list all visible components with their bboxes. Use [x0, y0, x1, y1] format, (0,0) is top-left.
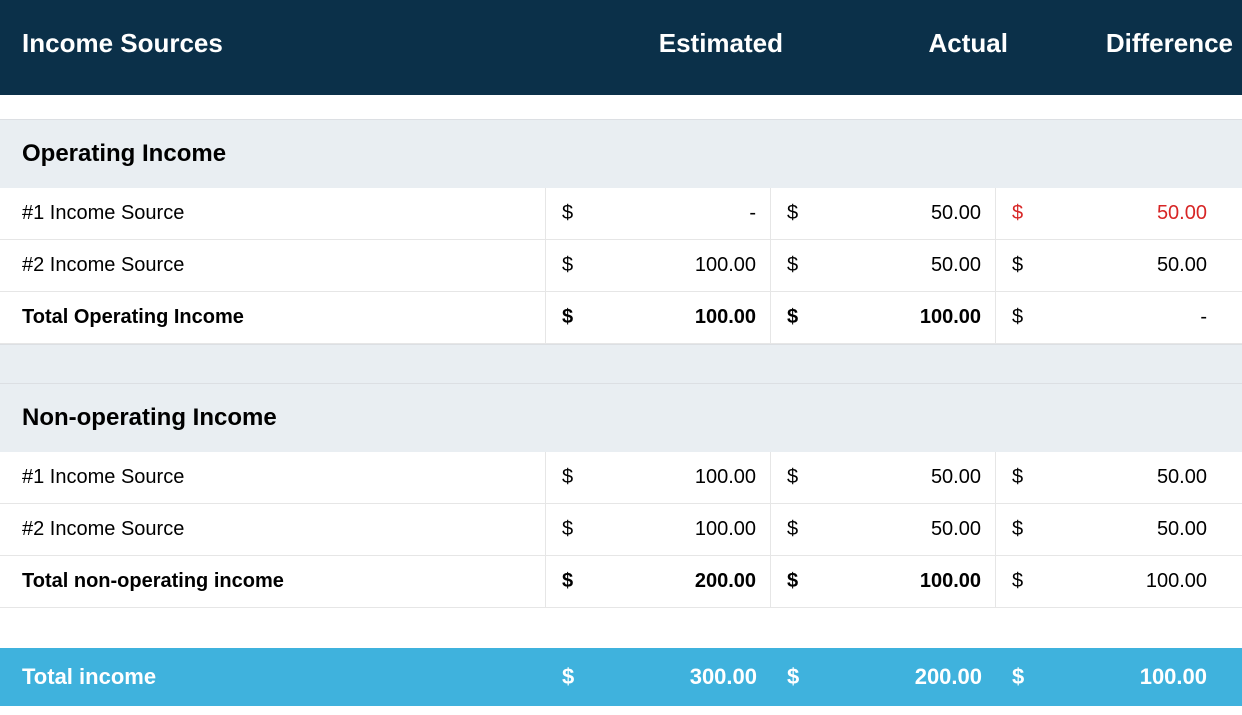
- cell-difference: $50.00: [996, 452, 1221, 503]
- header-actual: Actual: [791, 28, 1016, 59]
- header-estimated: Estimated: [566, 28, 791, 59]
- row-label: #2 Income Source: [0, 240, 546, 291]
- table-row: #2 Income Source $100.00 $50.00 $50.00: [0, 240, 1242, 292]
- header-difference: Difference: [1016, 28, 1241, 59]
- grand-total-label: Total income: [0, 664, 546, 690]
- cell-actual: $50.00: [771, 240, 996, 291]
- cell-actual: $50.00: [771, 504, 996, 555]
- cell-difference: $50.00: [996, 188, 1221, 239]
- cell-estimated: $200.00: [546, 556, 771, 607]
- table-row: #1 Income Source $- $50.00 $50.00: [0, 188, 1242, 240]
- row-label: #1 Income Source: [0, 452, 546, 503]
- cell-estimated: $100.00: [546, 240, 771, 291]
- spacer: [0, 608, 1242, 648]
- header-title: Income Sources: [20, 28, 566, 59]
- cell-difference: $50.00: [996, 504, 1221, 555]
- cell-estimated: $100.00: [546, 292, 771, 343]
- table-row: #1 Income Source $100.00 $50.00 $50.00: [0, 452, 1242, 504]
- cell-actual: $100.00: [771, 292, 996, 343]
- row-label: Total Operating Income: [0, 292, 546, 343]
- row-label: #1 Income Source: [0, 188, 546, 239]
- cell-actual: $50.00: [771, 452, 996, 503]
- cell-estimated: $300.00: [546, 648, 771, 706]
- row-label: Total non-operating income: [0, 556, 546, 607]
- cell-difference: $-: [996, 292, 1221, 343]
- grand-total-row: Total income $300.00 $200.00 $100.00: [0, 648, 1242, 706]
- row-label: #2 Income Source: [0, 504, 546, 555]
- cell-estimated: $100.00: [546, 452, 771, 503]
- section-title-operating: Operating Income: [0, 120, 1242, 188]
- cell-difference: $50.00: [996, 240, 1221, 291]
- section-total-row: Total non-operating income $200.00 $100.…: [0, 556, 1242, 608]
- cell-actual: $50.00: [771, 188, 996, 239]
- table-row: #2 Income Source $100.00 $50.00 $50.00: [0, 504, 1242, 556]
- cell-actual: $200.00: [771, 648, 996, 706]
- cell-difference: $100.00: [996, 556, 1221, 607]
- cell-estimated: $-: [546, 188, 771, 239]
- cell-difference: $100.00: [996, 648, 1221, 706]
- spacer: [0, 95, 1242, 120]
- income-sources-table: { "header": { "title": "Income Sources",…: [0, 0, 1242, 706]
- spacer: [0, 344, 1242, 384]
- section-title-nonoperating: Non-operating Income: [0, 384, 1242, 452]
- cell-estimated: $100.00: [546, 504, 771, 555]
- table-header: Income Sources Estimated Actual Differen…: [0, 0, 1242, 95]
- section-total-row: Total Operating Income $100.00 $100.00 $…: [0, 292, 1242, 344]
- cell-actual: $100.00: [771, 556, 996, 607]
